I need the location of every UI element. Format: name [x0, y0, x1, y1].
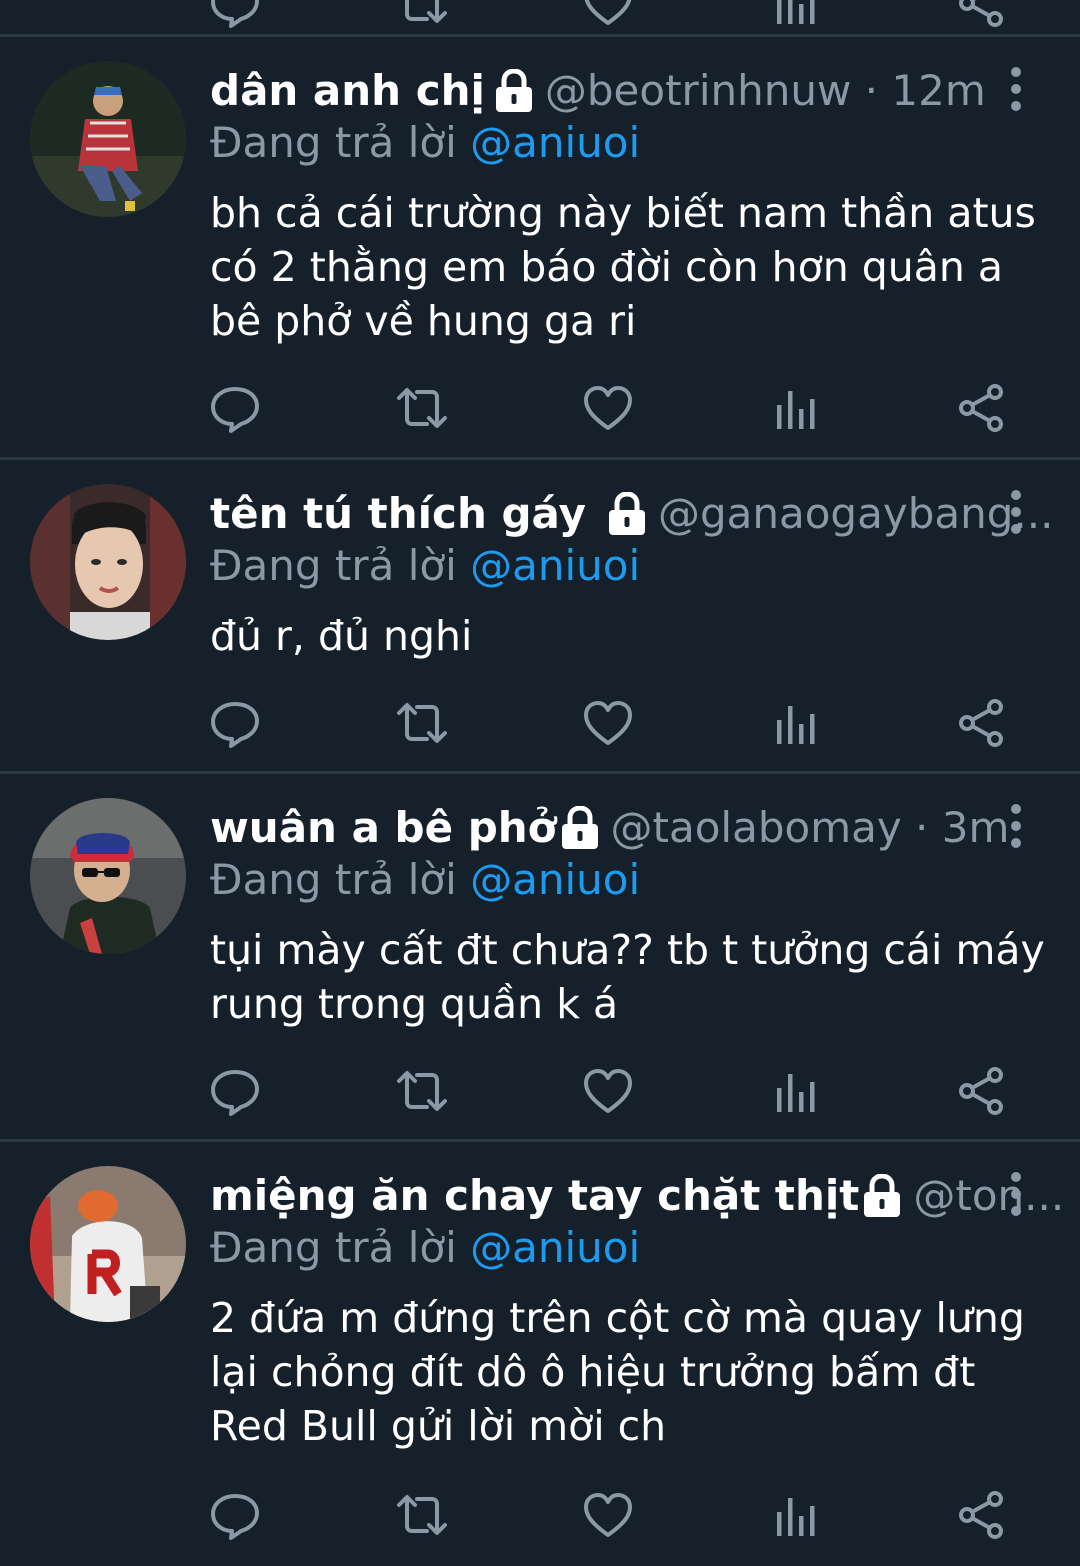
reply-icon[interactable]: [208, 383, 262, 433]
more-vertical-icon[interactable]: [1002, 1169, 1030, 1219]
heart-icon[interactable]: [581, 0, 635, 28]
reply-prefix: Đang trả lời: [210, 118, 457, 167]
handle-timestamp[interactable]: @beotrinhnuw · 12m: [545, 63, 986, 119]
replying-to: Đang trả lời @aniuoi: [210, 852, 640, 908]
views-icon[interactable]: [769, 1490, 823, 1540]
reply-mention-link[interactable]: @aniuoi: [470, 118, 640, 167]
tweet[interactable]: wuân a bê phở @taolabomay · 3m Đang trả …: [0, 774, 1080, 1139]
heart-icon[interactable]: [581, 698, 635, 748]
display-name[interactable]: wuân a bê phở: [210, 800, 557, 856]
share-icon[interactable]: [955, 0, 1009, 28]
heart-icon[interactable]: [581, 383, 635, 433]
share-icon[interactable]: [955, 1066, 1009, 1116]
tweet-text-line: rung trong quần k á: [210, 980, 619, 1028]
tweet-text: tụi mày cất đt chưa?? tb t tưởng cái máy…: [210, 923, 1050, 1031]
views-icon[interactable]: [769, 698, 823, 748]
tweet[interactable]: miệng ăn chay tay chặt thịt @ton... Đang…: [0, 1142, 1080, 1566]
share-icon[interactable]: [955, 1490, 1009, 1540]
tweet-text: đủ r, đủ nghi: [210, 609, 1050, 663]
replying-to: Đang trả lời @aniuoi: [210, 115, 640, 171]
heart-icon[interactable]: [581, 1066, 635, 1116]
tweet-text-line: bh cả cái trường này biết nam thần atus: [210, 189, 1036, 237]
avatar[interactable]: [30, 484, 186, 640]
reply-icon[interactable]: [208, 1490, 262, 1540]
tweet-text-line: Red Bull gửi lời mời ch: [210, 1402, 667, 1450]
tweet-text-line: lại chỏng đít dô ô hiệu trưởng bấm đt: [210, 1348, 976, 1396]
retweet-icon[interactable]: [395, 383, 449, 433]
replying-to: Đang trả lời @aniuoi: [210, 538, 640, 594]
handle-timestamp[interactable]: @ton...: [913, 1168, 1064, 1224]
tweet-text-line: bê phở về hung ga ri: [210, 297, 637, 345]
lock-icon: [559, 806, 601, 850]
avatar[interactable]: [30, 798, 186, 954]
tweet-text-line: tụi mày cất đt chưa?? tb t tưởng cái máy: [210, 926, 1045, 974]
views-icon[interactable]: [769, 1066, 823, 1116]
views-icon[interactable]: [769, 383, 823, 433]
more-vertical-icon[interactable]: [1002, 64, 1030, 114]
reply-icon[interactable]: [208, 698, 262, 748]
display-name[interactable]: miệng ăn chay tay chặt thịt: [210, 1168, 859, 1224]
reply-mention-link[interactable]: @aniuoi: [470, 1223, 640, 1272]
tweet-text: bh cả cái trường này biết nam thần atus …: [210, 186, 1050, 348]
tweet[interactable]: dân anh chị @beotrinhnuw · 12m Đang trả …: [0, 37, 1080, 457]
retweet-icon[interactable]: [395, 1066, 449, 1116]
lock-icon: [493, 69, 535, 113]
reply-icon[interactable]: [208, 0, 262, 28]
tweet-text-line: đủ r, đủ nghi: [210, 612, 473, 660]
retweet-icon[interactable]: [395, 698, 449, 748]
share-icon[interactable]: [955, 698, 1009, 748]
share-icon[interactable]: [955, 383, 1009, 433]
avatar[interactable]: [30, 1166, 186, 1322]
tweet[interactable]: tên tú thích gáy @ganaogaybang... Đang t…: [0, 460, 1080, 771]
previous-tweet-actions: [0, 0, 1080, 34]
avatar[interactable]: [30, 61, 186, 217]
more-vertical-icon[interactable]: [1002, 801, 1030, 851]
tweet-text-line: có 2 thằng em báo đời còn hơn quân a: [210, 243, 1004, 291]
lock-icon: [861, 1174, 903, 1218]
reply-icon[interactable]: [208, 1066, 262, 1116]
display-name[interactable]: dân anh chị: [210, 63, 485, 119]
display-name[interactable]: tên tú thích gáy: [210, 486, 586, 542]
reply-mention-link[interactable]: @aniuoi: [470, 541, 640, 590]
tweet-text: 2 đứa m đứng trên cột cờ mà quay lưng lạ…: [210, 1291, 1050, 1453]
handle-timestamp[interactable]: @ganaogaybang...: [658, 486, 1053, 542]
more-vertical-icon[interactable]: [1002, 487, 1030, 537]
reply-prefix: Đang trả lời: [210, 1223, 457, 1272]
handle-timestamp[interactable]: @taolabomay · 3m: [611, 800, 1010, 856]
heart-icon[interactable]: [581, 1490, 635, 1540]
replying-to: Đang trả lời @aniuoi: [210, 1220, 640, 1276]
lock-icon: [606, 492, 648, 536]
retweet-icon[interactable]: [395, 1490, 449, 1540]
retweet-icon[interactable]: [395, 0, 449, 28]
reply-prefix: Đang trả lời: [210, 541, 457, 590]
reply-prefix: Đang trả lời: [210, 855, 457, 904]
views-icon[interactable]: [769, 0, 823, 28]
tweet-text-line: 2 đứa m đứng trên cột cờ mà quay lưng: [210, 1294, 1025, 1342]
reply-mention-link[interactable]: @aniuoi: [470, 855, 640, 904]
